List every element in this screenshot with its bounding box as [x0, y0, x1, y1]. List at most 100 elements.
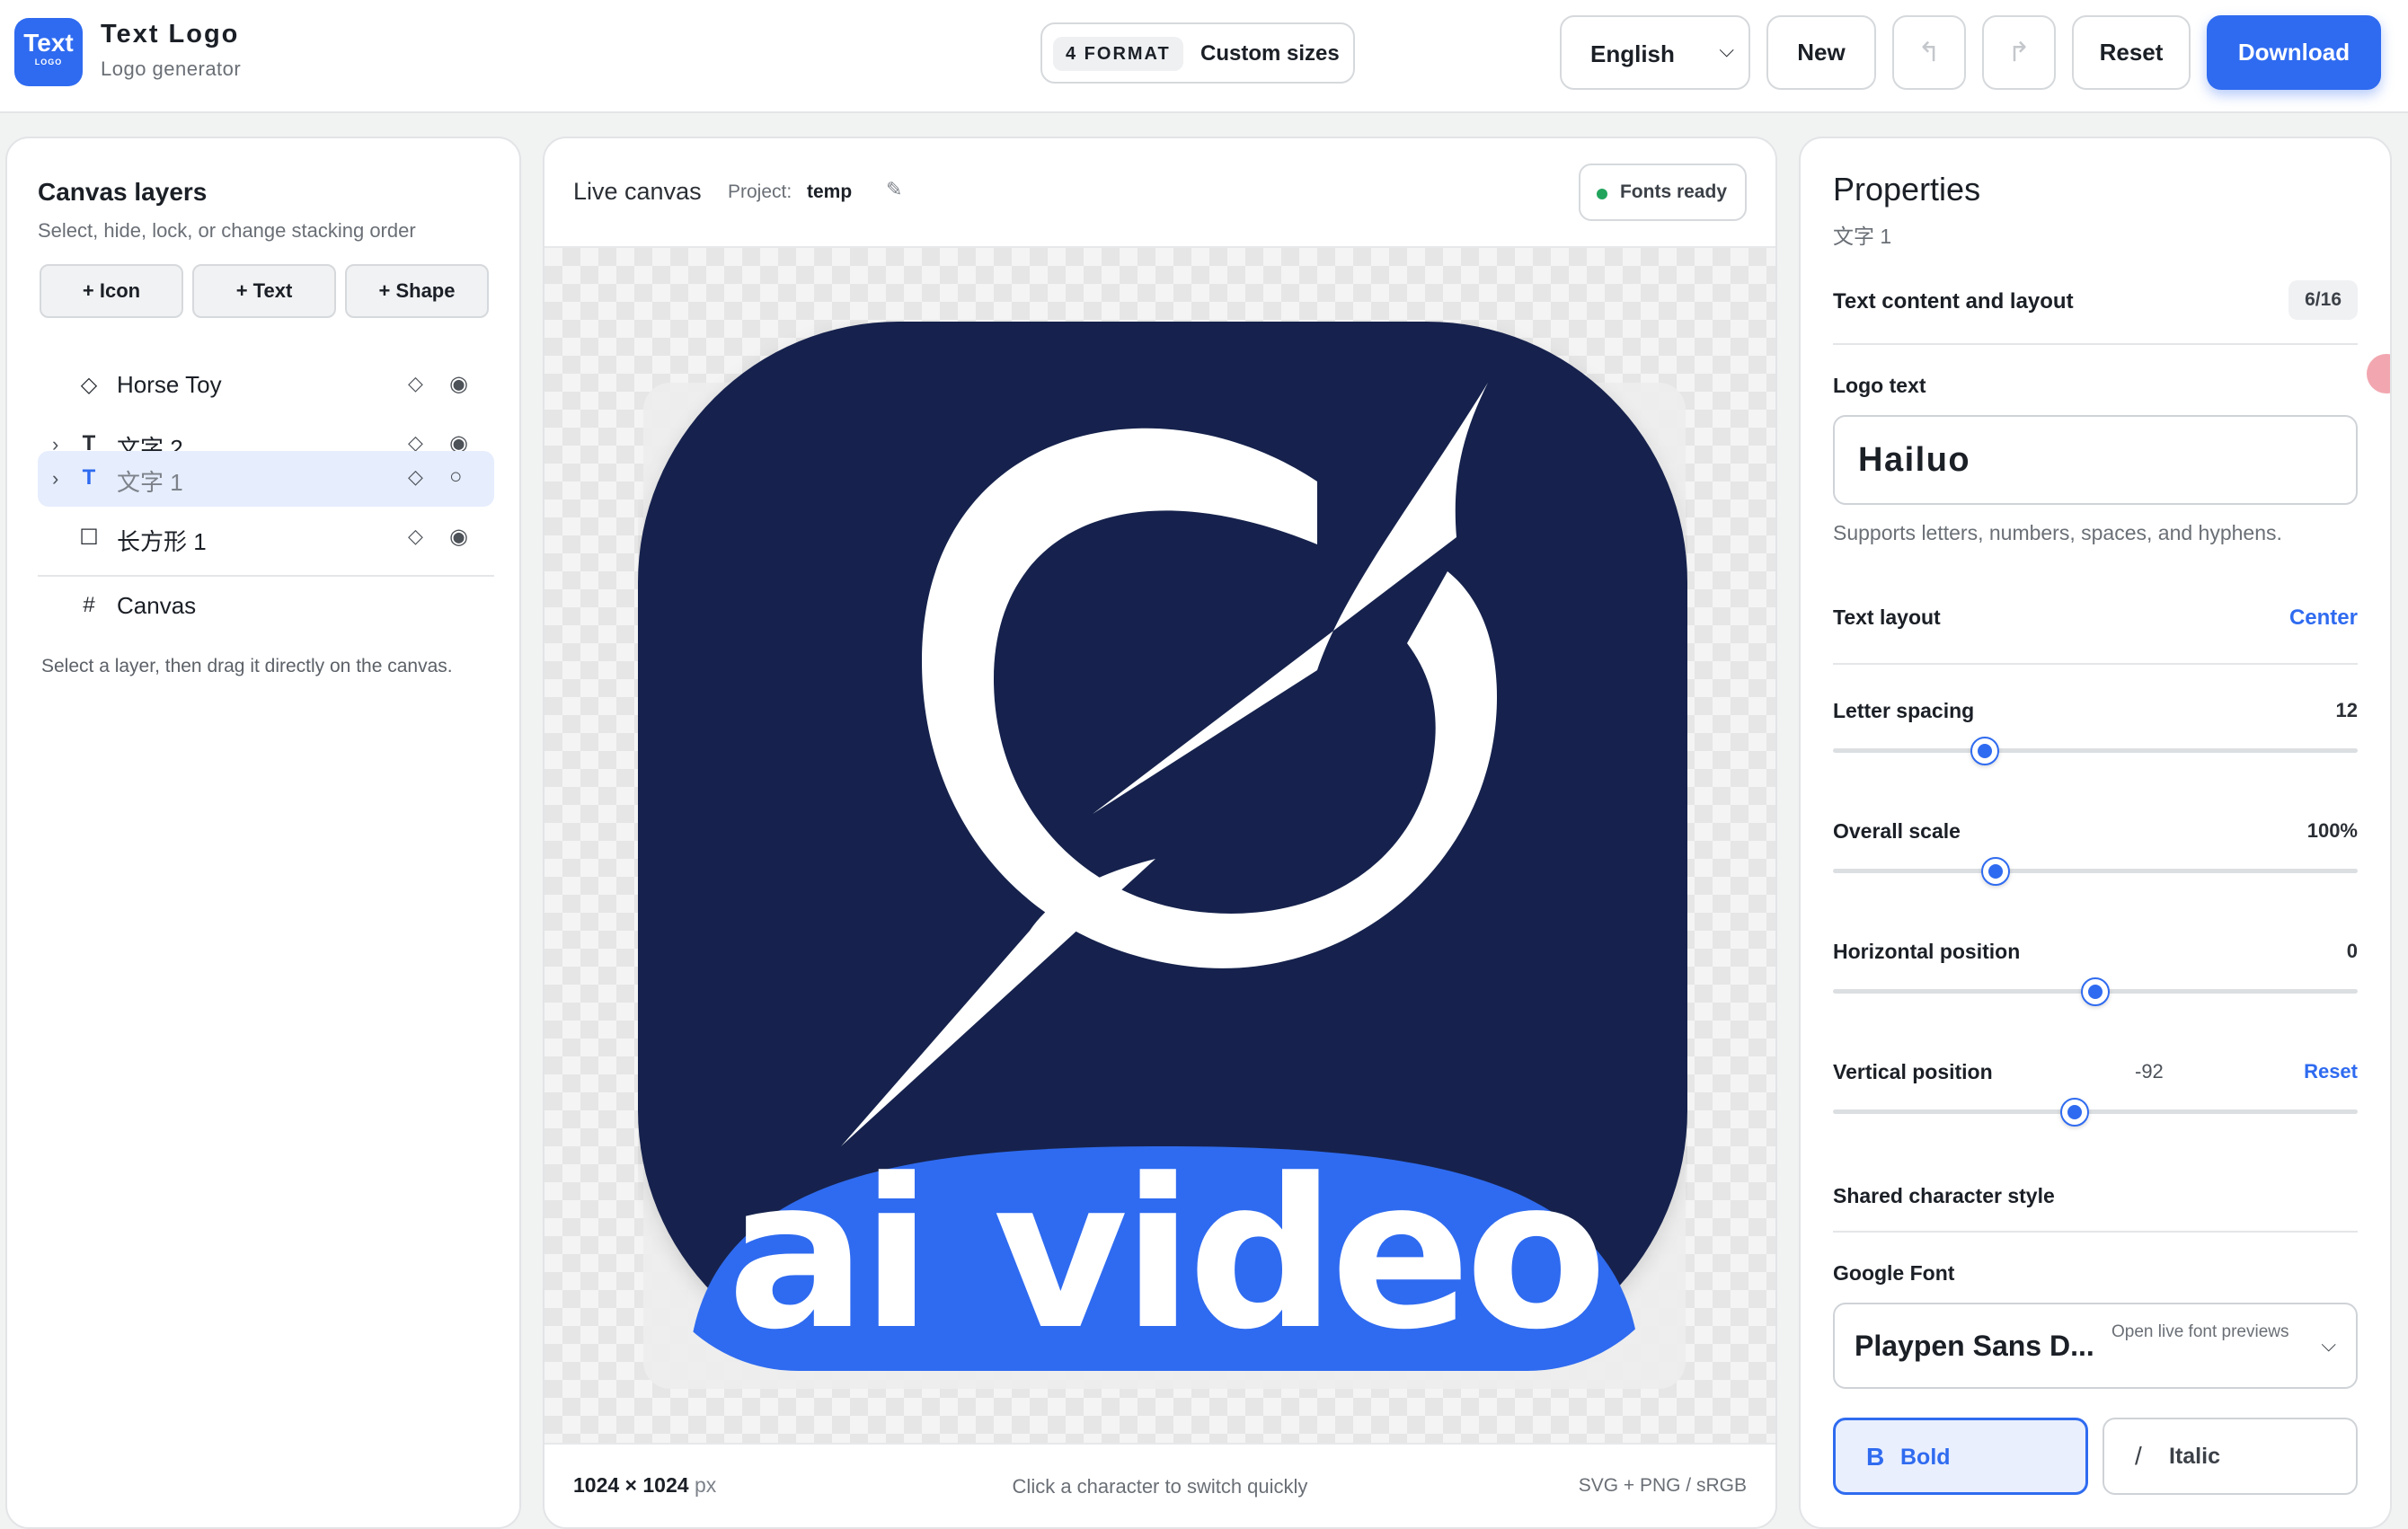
font-preview-hint: Open live font previews [2111, 1322, 2289, 1341]
visibility-icon[interactable]: ◉ [449, 371, 468, 397]
slider-thumb[interactable] [1981, 857, 2011, 886]
format-label: Custom sizes [1200, 41, 1340, 66]
logo-text-help: Supports letters, numbers, spaces, and h… [1833, 521, 2282, 544]
google-font-select[interactable]: Playpen Sans D... Open live font preview… [1833, 1303, 2358, 1389]
slider-thumb[interactable] [1970, 737, 2000, 765]
expand-chevron-icon[interactable]: › [52, 467, 58, 491]
italic-toggle[interactable]: / Italic [2103, 1418, 2358, 1495]
char-count-badge: 6/16 [2288, 280, 2358, 320]
format-badge: 4 FORMAT [1053, 37, 1183, 71]
rectangle-icon: ☐ [79, 526, 99, 550]
logo-text-input[interactable]: Hailuo [1833, 415, 2358, 505]
logo-artwork[interactable]: ai video [544, 248, 1777, 1446]
layers-panel: Canvas layers Select, hide, lock, or cha… [5, 137, 521, 1529]
brand-logo-subtext: LOGO [34, 57, 63, 66]
divider [1833, 1231, 2358, 1233]
new-button[interactable]: New [1766, 15, 1876, 90]
status-dot-icon [1596, 189, 1607, 199]
horizontal-position-label: Horizontal position [1833, 940, 2021, 963]
lock-icon[interactable]: ◇ [408, 465, 423, 489]
slider-track[interactable] [1833, 1109, 2358, 1114]
vertical-position-value: -92 [2135, 1060, 2164, 1083]
layer-name: Horse Toy [117, 371, 222, 398]
chevron-down-icon: ⌵ [1719, 39, 1734, 61]
pencil-icon[interactable]: ✎ [886, 178, 902, 201]
horizontal-position-value: 0 [2346, 940, 2358, 962]
logo-text[interactable]: ai video [727, 1136, 1607, 1375]
lock-icon[interactable]: ◇ [408, 372, 423, 395]
properties-panel: Properties 文字 1 Text content and layout … [1799, 137, 2392, 1529]
layer-name: Canvas [117, 592, 197, 619]
overall-scale-value: 100% [2306, 819, 2358, 842]
google-font-label: Google Font [1833, 1261, 1955, 1285]
letter-spacing-value: 12 [2335, 699, 2358, 721]
letter-spacing-label: Letter spacing [1833, 699, 1975, 722]
canvas-title: Live canvas [573, 178, 702, 205]
add-text-button[interactable]: + Text [192, 264, 336, 318]
top-bar: Text LOGO Text Logo Logo generator 4 FOR… [0, 0, 2408, 113]
italic-label: Italic [2169, 1444, 2220, 1469]
canvas-stage[interactable]: ai video [544, 246, 1777, 1446]
layer-item[interactable]: ☐ 长方形 1 ◇ ◉ [38, 510, 494, 566]
add-icon-button[interactable]: + Icon [40, 264, 183, 318]
layer-item[interactable]: ◇ Horse Toy ◇ ◉ [38, 358, 494, 413]
project-label: Project: [728, 181, 792, 202]
divider [1833, 663, 2358, 665]
section-text-layout[interactable]: Text content and layout [1833, 289, 2074, 314]
chevron-down-icon: ⌵ [2321, 1333, 2336, 1356]
lock-icon[interactable]: ◇ [408, 525, 423, 548]
bold-toggle[interactable]: B Bold [1833, 1418, 2088, 1495]
visibility-icon[interactable]: ○ [449, 464, 463, 490]
vertical-position-slider[interactable] [1833, 1098, 2358, 1127]
layers-hint: Select a layer, then drag it directly on… [41, 656, 453, 676]
divider [1833, 343, 2358, 345]
fonts-status-text: Fonts ready [1619, 181, 1727, 202]
slider-track[interactable] [1833, 869, 2358, 873]
horizontal-position-slider[interactable] [1833, 977, 2358, 1006]
fonts-status-badge: Fonts ready [1578, 164, 1747, 221]
hash-icon: # [83, 593, 95, 617]
layers-title: Canvas layers [38, 178, 208, 206]
visibility-icon[interactable]: ◉ [449, 524, 468, 550]
canvas-layer-item[interactable]: # Canvas [38, 579, 494, 634]
format-selector[interactable]: 4 FORMAT Custom sizes [1040, 22, 1355, 84]
vertical-position-label: Vertical position [1833, 1060, 1993, 1083]
project-name: temp [807, 181, 853, 202]
layers-divider [38, 575, 494, 577]
slider-track[interactable] [1833, 748, 2358, 753]
logo-text-label: Logo text [1833, 374, 1926, 397]
bold-label: Bold [1900, 1445, 1951, 1470]
redo-icon[interactable]: ↱ [1982, 15, 2056, 90]
overall-scale-slider[interactable] [1833, 857, 2358, 886]
properties-subtitle: 文字 1 [1833, 225, 1892, 248]
bold-icon: B [1866, 1443, 1885, 1471]
app-subtitle: Logo generator [101, 57, 242, 80]
diamond-icon: ◇ [80, 373, 98, 397]
shared-style-section[interactable]: Shared character style [1833, 1184, 2055, 1208]
slider-thumb[interactable] [2059, 1098, 2089, 1127]
layer-item-selected[interactable]: › T 文字 1 ◇ ○ [38, 451, 494, 507]
layer-name: 文字 1 [117, 469, 183, 496]
download-button[interactable]: Download [2207, 15, 2381, 90]
app-title: Text Logo [101, 20, 240, 49]
reset-button[interactable]: Reset [2072, 15, 2191, 90]
slider-thumb[interactable] [2081, 977, 2110, 1006]
italic-icon: / [2135, 1442, 2142, 1470]
brand-logo: Text LOGO [14, 18, 83, 86]
text-type-icon: T [82, 465, 96, 490]
floating-helper-icon[interactable] [2367, 354, 2390, 393]
language-select[interactable]: English ⌵ [1560, 15, 1750, 90]
text-layout-value[interactable]: Center [2289, 605, 2358, 631]
overall-scale-label: Overall scale [1833, 819, 1961, 843]
undo-icon[interactable]: ↰ [1892, 15, 1966, 90]
vertical-reset-link[interactable]: Reset [2304, 1060, 2358, 1083]
text-layout-label: Text layout [1833, 605, 1941, 629]
add-shape-button[interactable]: + Shape [345, 264, 489, 318]
brand-logo-text: Text [23, 29, 74, 57]
export-formats: SVG + PNG / sRGB [1578, 1475, 1747, 1496]
properties-title: Properties [1833, 171, 1981, 208]
canvas-panel: Live canvas Project: temp ✎ Fonts ready [543, 137, 1777, 1529]
font-name: Playpen Sans D... [1855, 1330, 2094, 1362]
letter-spacing-slider[interactable] [1833, 737, 2358, 765]
layer-name: 长方形 1 [117, 528, 207, 555]
